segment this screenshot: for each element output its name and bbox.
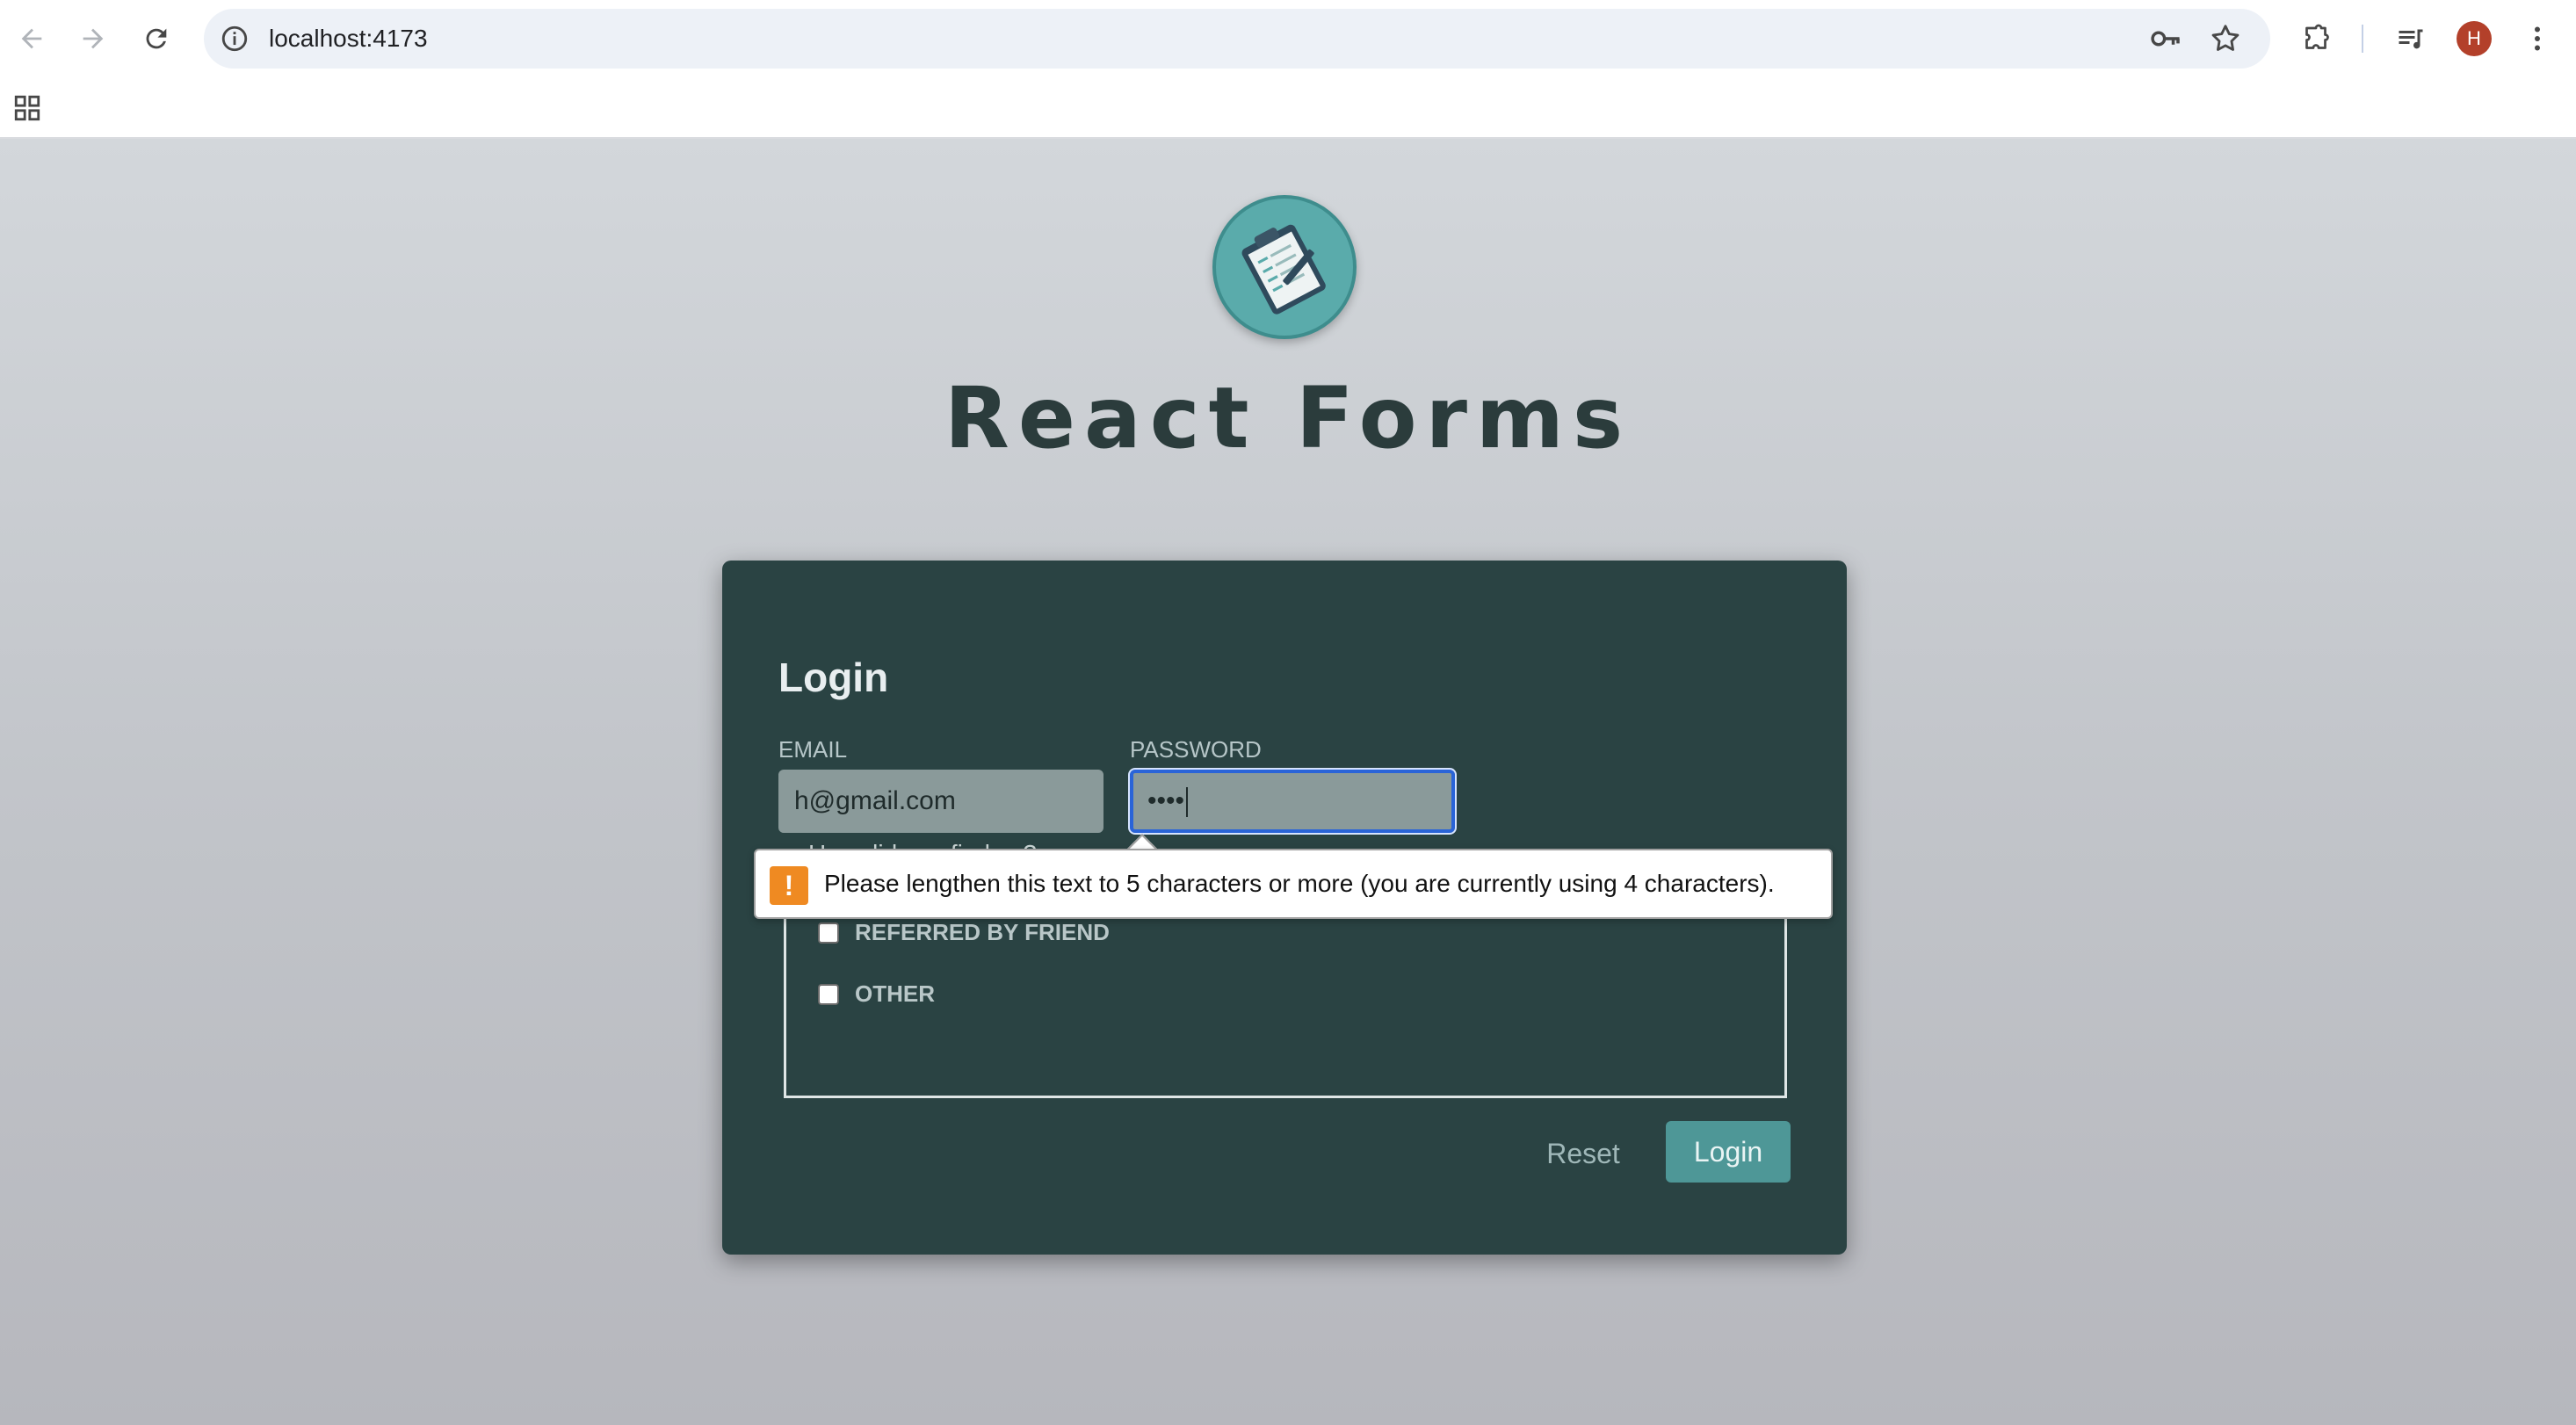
login-button[interactable]: Login xyxy=(1666,1121,1791,1183)
address-bar[interactable]: localhost:4173 xyxy=(204,9,2270,69)
media-controls-button[interactable] xyxy=(2390,18,2432,60)
apps-grid-icon[interactable] xyxy=(12,93,42,123)
info-icon[interactable] xyxy=(220,24,250,54)
text-caret xyxy=(1186,787,1189,818)
email-field[interactable]: h@gmail.com xyxy=(778,770,1103,833)
warning-icon: ! xyxy=(770,866,808,905)
url-text[interactable]: localhost:4173 xyxy=(269,9,428,69)
password-label: PASSWORD xyxy=(1130,736,1262,763)
arrow-left-icon xyxy=(21,28,42,49)
browser-menu-button[interactable] xyxy=(2516,18,2558,60)
validation-tooltip: ! Please lengthen this text to 5 charact… xyxy=(754,849,1833,919)
option-label: OTHER xyxy=(855,980,935,1007)
app-logo xyxy=(1212,195,1357,339)
reload-icon xyxy=(146,28,167,49)
referral-fieldset: REFERRED BY FRIEND OTHER xyxy=(784,893,1787,1098)
email-label: EMAIL xyxy=(778,736,848,763)
playlist-icon xyxy=(2399,29,2423,49)
browser-toolbar: localhost:4173 H xyxy=(0,0,2576,77)
option-other[interactable]: OTHER xyxy=(818,980,935,1008)
checkbox[interactable] xyxy=(818,983,839,1005)
email-value: h@gmail.com xyxy=(794,786,956,815)
reload-button[interactable] xyxy=(135,18,177,60)
checkbox[interactable] xyxy=(818,922,839,944)
more-vertical-icon xyxy=(2535,26,2540,51)
form-title: Login xyxy=(778,655,889,700)
validation-message: Please lengthen this text to 5 character… xyxy=(824,870,1775,897)
extensions-button[interactable] xyxy=(2295,18,2337,60)
clipboard-form-icon xyxy=(1241,224,1326,315)
forward-button[interactable] xyxy=(72,18,114,60)
option-label: REFERRED BY FRIEND xyxy=(855,919,1110,945)
reset-button[interactable]: Reset xyxy=(1522,1123,1645,1184)
profile-avatar[interactable]: H xyxy=(2457,21,2492,56)
back-button[interactable] xyxy=(11,18,53,60)
bookmarks-bar xyxy=(0,77,2576,139)
key-icon[interactable] xyxy=(2149,24,2182,54)
puzzle-icon xyxy=(2305,24,2329,49)
toolbar-separator xyxy=(2362,25,2363,53)
arrow-right-icon xyxy=(83,28,104,49)
app-title: React Forms xyxy=(944,369,1632,467)
page-viewport: React Forms Login EMAIL h@gmail.com PASS… xyxy=(0,139,2576,1425)
bookmark-star-icon[interactable] xyxy=(2209,22,2242,55)
option-referred-by-friend[interactable]: REFERRED BY FRIEND xyxy=(818,919,1110,946)
password-value: •••• xyxy=(1147,786,1185,815)
password-field[interactable]: •••• xyxy=(1128,768,1457,835)
